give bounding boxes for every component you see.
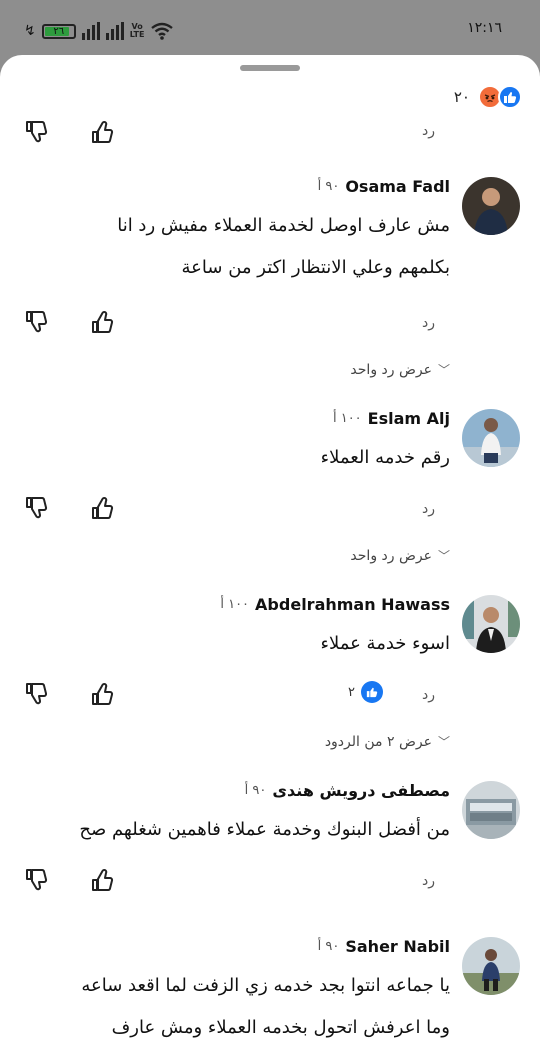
view-replies-label: عرض ٢ من الردود xyxy=(324,733,432,750)
like-icon[interactable] xyxy=(90,681,116,707)
view-replies-label: عرض رد واحد xyxy=(350,547,432,564)
reply-link[interactable]: رد xyxy=(422,501,435,517)
volte-indicator: Vo LTE xyxy=(129,22,145,39)
view-replies-link[interactable]: ﹀ عرض ٢ من الردود xyxy=(325,733,450,750)
dislike-icon[interactable] xyxy=(24,681,50,707)
battery-level: ٢٦ xyxy=(53,25,65,37)
avatar[interactable] xyxy=(462,937,520,995)
dislike-icon[interactable] xyxy=(24,495,50,521)
reply-link[interactable]: رد xyxy=(422,123,435,139)
comment-text: اسوء خدمة عملاء xyxy=(10,623,450,665)
like-icon[interactable] xyxy=(90,495,116,521)
comment-text: من أفضل البنوك وخدمة عملاء فاهمين شغلهم … xyxy=(10,809,450,851)
comment-header: ٩٠ أ Osama Fadl xyxy=(318,177,450,196)
reply-link[interactable]: رد xyxy=(422,687,435,703)
comment-line: وما اعرفش اتحول بخدمه العملاء ومش عارف xyxy=(111,1017,450,1038)
comment-line: اسوء خدمة عملاء xyxy=(320,633,450,654)
chevron-down-icon: ﹀ xyxy=(437,735,450,749)
like-icon[interactable] xyxy=(90,309,116,335)
comment-line: رقم خدمه العملاء xyxy=(320,447,450,468)
comment-text: رقم خدمه العملاء xyxy=(10,437,450,479)
author-name[interactable]: مصطفى درويش هندى xyxy=(272,781,450,800)
dislike-icon[interactable] xyxy=(24,867,50,893)
signal-icon xyxy=(81,22,100,40)
comment-line: من أفضل البنوك وخدمة عملاء فاهمين شغلهم … xyxy=(79,819,450,840)
reactions-summary[interactable]: ٢٠ xyxy=(454,85,522,109)
view-replies-link[interactable]: ﹀ عرض رد واحد xyxy=(350,361,450,378)
status-icons: ↯ ٢٦ Vo LTE xyxy=(24,18,174,44)
comment-header: ١٠٠ أ Eslam Alj xyxy=(333,409,450,428)
view-replies-label: عرض رد واحد xyxy=(350,361,432,378)
chevron-down-icon: ﹀ xyxy=(437,363,450,377)
chevron-down-icon: ﹀ xyxy=(437,549,450,563)
author-name[interactable]: Abdelrahman Hawass xyxy=(255,595,450,614)
comment-text: يا جماعه انتوا بجد خدمه زي الزفت لما اقع… xyxy=(10,965,450,1049)
avatar[interactable] xyxy=(462,781,520,839)
charging-icon: ↯ xyxy=(24,23,36,39)
comment-header: ٩٠ أ مصطفى درويش هندى xyxy=(245,781,450,800)
avatar[interactable] xyxy=(462,409,520,467)
author-name[interactable]: Osama Fadl xyxy=(345,177,450,196)
author-name[interactable]: Saher Nabil xyxy=(345,937,450,956)
author-name[interactable]: Eslam Alj xyxy=(368,409,450,428)
comment-likes[interactable]: ٢ xyxy=(348,681,383,703)
dislike-icon[interactable] xyxy=(24,309,50,335)
comment-header: ١٠٠ أ Abdelrahman Hawass xyxy=(220,595,450,614)
previous-comment-actions: رد xyxy=(0,119,540,149)
reactions-count: ٢٠ xyxy=(453,88,470,106)
clock: ١٢:١٦ xyxy=(467,20,502,36)
view-replies-link[interactable]: ﹀ عرض رد واحد xyxy=(350,547,450,564)
like-icon[interactable] xyxy=(90,119,116,145)
comment-text: مش عارف اوصل لخدمة العملاء مفيش رد انا ب… xyxy=(10,205,450,289)
drag-handle[interactable] xyxy=(240,65,300,71)
like-icon[interactable] xyxy=(90,867,116,893)
comment-actions: رد xyxy=(0,309,540,339)
comment-time: ٩٠ أ xyxy=(244,783,267,798)
avatar[interactable] xyxy=(462,595,520,653)
signal-icon-2 xyxy=(105,22,124,40)
comment-header: ٩٠ أ Saher Nabil xyxy=(318,937,450,956)
avatar[interactable] xyxy=(462,177,520,235)
status-bar: ↯ ٢٦ Vo LTE ١٢:١٦ xyxy=(0,0,540,60)
likes-count: ٢ xyxy=(348,684,355,700)
like-reaction-icon xyxy=(361,681,383,703)
reply-link[interactable]: رد xyxy=(422,873,435,889)
comment-time: ٩٠ أ xyxy=(317,939,340,954)
comment-actions: رد xyxy=(0,867,540,897)
battery-icon: ٢٦ xyxy=(41,23,76,39)
wifi-icon xyxy=(151,22,174,40)
comments-sheet: ٢٠ رد ٩٠ أ Osama Fadl مش عارف اوصل لخدمة… xyxy=(0,55,540,1057)
reply-link[interactable]: رد xyxy=(422,315,435,331)
comment-line: مش عارف اوصل لخدمة العملاء مفيش رد انا xyxy=(117,215,450,236)
comment-line: يا جماعه انتوا بجد خدمه زي الزفت لما اقع… xyxy=(81,975,450,996)
comment-time: ٩٠ أ xyxy=(317,179,340,194)
comment-actions: ٢ رد xyxy=(0,681,540,711)
dislike-icon[interactable] xyxy=(24,119,50,145)
comment-line: بكلمهم وعلي الانتظار اكتر من ساعة xyxy=(181,257,450,278)
comment-actions: رد xyxy=(0,495,540,525)
comment-time: ١٠٠ أ xyxy=(220,597,250,612)
comment-time: ١٠٠ أ xyxy=(332,411,362,426)
like-reaction-icon xyxy=(498,85,522,109)
